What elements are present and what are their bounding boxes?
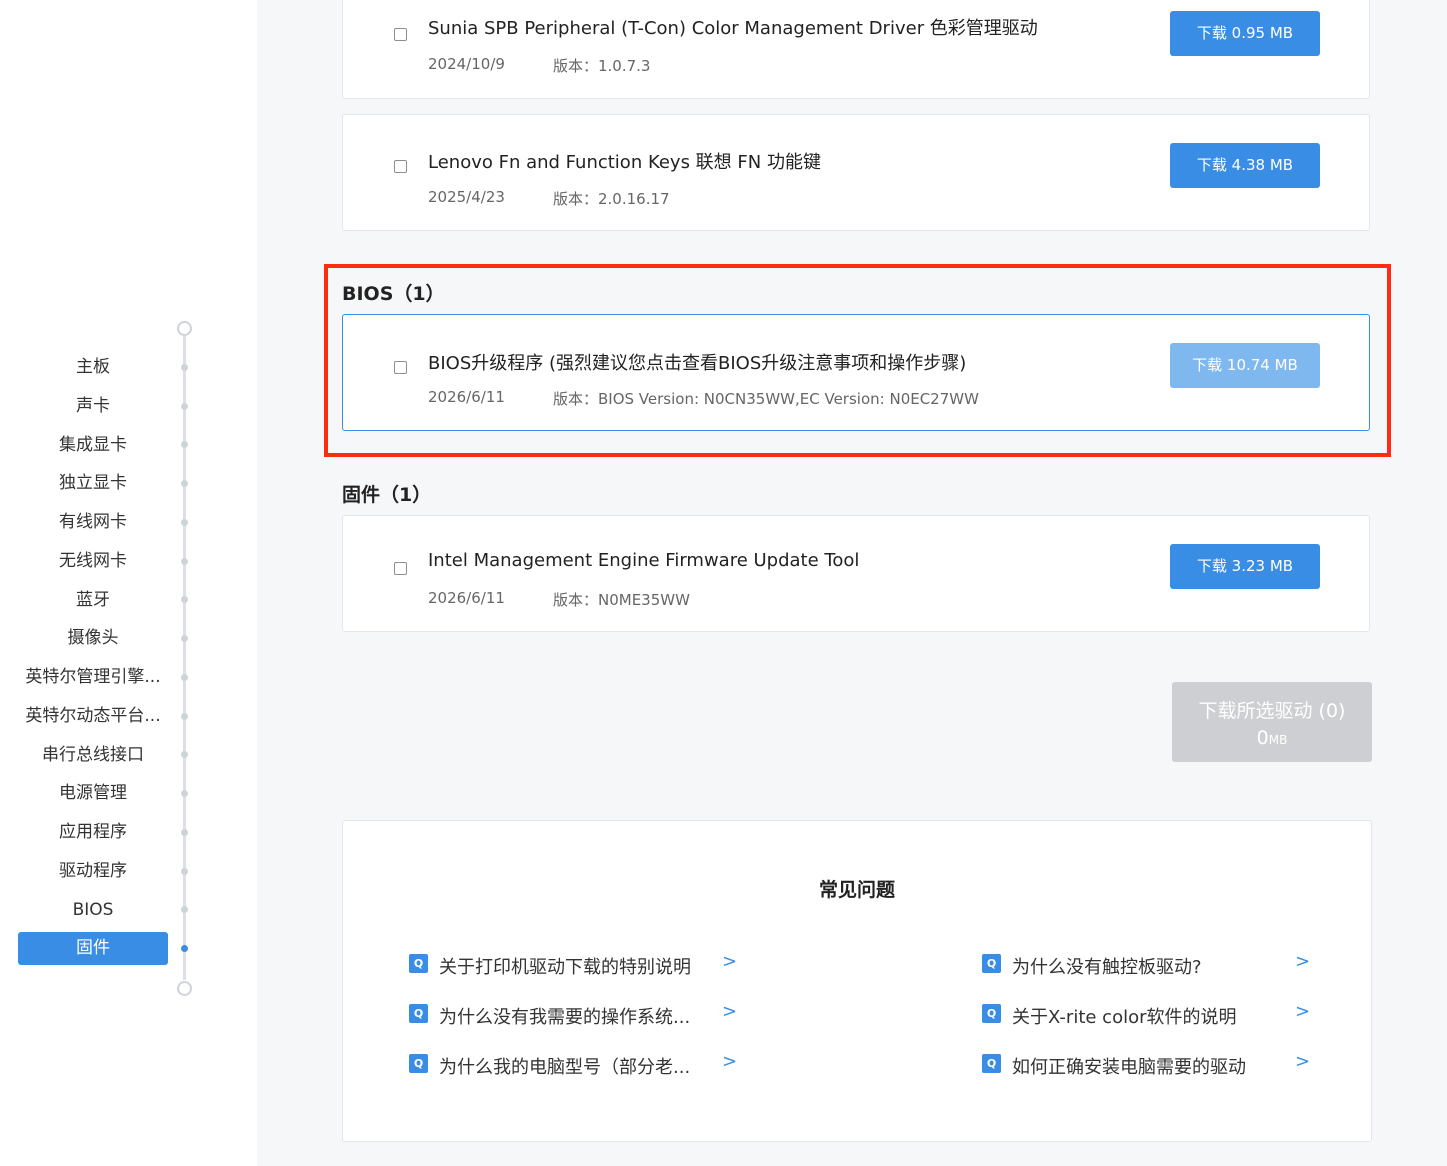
faq-item[interactable]: Q 为什么没有触控板驱动? > — [982, 951, 1312, 979]
bios-driver-card: BIOS升级程序 (强烈建议您点击查看BIOS升级注意事项和操作步骤) 2026… — [342, 314, 1370, 431]
faq-item[interactable]: Q 为什么没有我需要的操作系统... > — [409, 1001, 739, 1029]
timeline-dot — [181, 635, 188, 642]
faq-panel: 常见问题 Q 关于打印机驱动下载的特别说明 > Q 为什么没有触控板驱动? > … — [342, 820, 1372, 1142]
timeline-dot — [181, 364, 188, 371]
category-sidebar: 主板 声卡 集成显卡 独立显卡 有线网卡 无线网卡 蓝牙 摄像头 英特尔管理引擎… — [0, 0, 257, 1166]
sidebar-item-sound-card[interactable]: 声卡 — [18, 390, 168, 423]
faq-item[interactable]: Q 为什么我的电脑型号（部分老... > — [409, 1051, 739, 1079]
section-title-firmware: 固件（1） — [342, 484, 432, 506]
sidebar-item-power-management[interactable]: 电源管理 — [18, 777, 168, 810]
driver-name[interactable]: BIOS升级程序 (强烈建议您点击查看BIOS升级注意事项和操作步骤) — [428, 349, 966, 375]
timeline-dot — [181, 674, 188, 681]
driver-name: Lenovo Fn and Function Keys 联想 FN 功能键 — [428, 152, 821, 173]
driver-checkbox[interactable] — [394, 361, 407, 374]
timeline-end-cap — [177, 981, 192, 996]
timeline-dot-active — [181, 945, 188, 952]
driver-date: 2026/6/11 — [428, 388, 505, 406]
sidebar-item-serial-bus[interactable]: 串行总线接口 — [18, 739, 168, 772]
faq-item-text[interactable]: 关于打印机驱动下载的特别说明 — [439, 953, 691, 979]
sidebar-item-intel-dptf[interactable]: 英特尔动态平台... — [18, 700, 168, 733]
faq-item-text[interactable]: 为什么没有我需要的操作系统... — [439, 1003, 690, 1029]
chevron-right-icon[interactable]: > — [722, 1001, 737, 1022]
firmware-driver-card: Intel Management Engine Firmware Update … — [342, 515, 1370, 632]
sidebar-item-drivers[interactable]: 驱动程序 — [18, 855, 168, 888]
sidebar-item-camera[interactable]: 摄像头 — [18, 622, 168, 655]
driver-version: 版本：N0ME35WW — [553, 591, 690, 609]
question-icon: Q — [982, 1054, 1001, 1073]
sidebar-item-discrete-gpu[interactable]: 独立显卡 — [18, 467, 168, 500]
download-button[interactable]: 下载 3.23 MB — [1170, 544, 1320, 589]
timeline-dot — [181, 519, 188, 526]
download-button[interactable]: 下载 4.38 MB — [1170, 143, 1320, 188]
driver-checkbox[interactable] — [394, 28, 407, 41]
question-icon: Q — [409, 954, 428, 973]
timeline-dot — [181, 480, 188, 487]
driver-card: Sunia SPB Peripheral (T-Con) Color Manag… — [342, 0, 1370, 99]
timeline-dot — [181, 441, 188, 448]
driver-version: 版本：2.0.16.17 — [553, 190, 670, 208]
download-selected-size-value: 0 — [1256, 727, 1269, 749]
sidebar-item-integrated-gpu[interactable]: 集成显卡 — [18, 429, 168, 462]
timeline-dot — [181, 558, 188, 565]
download-button[interactable]: 下载 10.74 MB — [1170, 343, 1320, 388]
driver-version: 版本：BIOS Version: N0CN35WW,EC Version: N0… — [553, 390, 979, 408]
download-selected-button[interactable]: 下载所选驱动 (0) 0MB — [1172, 682, 1372, 762]
driver-date: 2026/6/11 — [428, 589, 505, 607]
download-selected-size-unit: MB — [1268, 733, 1288, 747]
sidebar-item-firmware[interactable]: 固件 — [18, 932, 168, 965]
faq-item[interactable]: Q 关于打印机驱动下载的特别说明 > — [409, 951, 739, 979]
question-icon: Q — [409, 1004, 428, 1023]
sidebar-item-intel-me[interactable]: 英特尔管理引擎... — [18, 661, 168, 694]
chevron-right-icon[interactable]: > — [722, 951, 737, 972]
section-title-bios: BIOS（1） — [342, 283, 445, 305]
driver-name: Sunia SPB Peripheral (T-Con) Color Manag… — [428, 18, 1038, 39]
question-icon: Q — [409, 1054, 428, 1073]
timeline-start-cap — [177, 321, 192, 336]
driver-version: 版本：1.0.7.3 — [553, 57, 651, 75]
sidebar-item-bios[interactable]: BIOS — [18, 894, 168, 927]
timeline-dot — [181, 751, 188, 758]
timeline-dot — [181, 713, 188, 720]
sidebar-item-applications[interactable]: 应用程序 — [18, 816, 168, 849]
faq-item-text[interactable]: 如何正确安装电脑需要的驱动 — [1012, 1053, 1246, 1079]
question-icon: Q — [982, 954, 1001, 973]
faq-title: 常见问题 — [818, 879, 895, 901]
faq-item-text[interactable]: 为什么没有触控板驱动? — [1012, 953, 1202, 979]
faq-item[interactable]: Q 如何正确安装电脑需要的驱动 > — [982, 1051, 1312, 1079]
download-selected-label: 下载所选驱动 (0) — [1198, 700, 1346, 722]
sidebar-item-bluetooth[interactable]: 蓝牙 — [18, 584, 168, 617]
download-button[interactable]: 下载 0.95 MB — [1170, 11, 1320, 56]
sidebar-item-wired-nic[interactable]: 有线网卡 — [18, 506, 168, 539]
faq-item-text[interactable]: 为什么我的电脑型号（部分老... — [439, 1053, 690, 1079]
driver-date: 2025/4/23 — [428, 188, 505, 206]
chevron-right-icon[interactable]: > — [722, 1051, 737, 1072]
faq-item[interactable]: Q 关于X-rite color软件的说明 > — [982, 1001, 1312, 1029]
timeline-dot — [181, 868, 188, 875]
driver-checkbox[interactable] — [394, 562, 407, 575]
timeline-dot — [181, 790, 188, 797]
chevron-right-icon[interactable]: > — [1295, 1001, 1310, 1022]
question-icon: Q — [982, 1004, 1001, 1023]
timeline-dot — [181, 596, 188, 603]
driver-card: Lenovo Fn and Function Keys 联想 FN 功能键 20… — [342, 114, 1370, 231]
chevron-right-icon[interactable]: > — [1295, 951, 1310, 972]
timeline-dot — [181, 906, 188, 913]
chevron-right-icon[interactable]: > — [1295, 1051, 1310, 1072]
timeline-dot — [181, 403, 188, 410]
faq-item-text[interactable]: 关于X-rite color软件的说明 — [1012, 1003, 1237, 1029]
sidebar-item-mainboard[interactable]: 主板 — [18, 351, 168, 384]
driver-checkbox[interactable] — [394, 160, 407, 173]
download-selected-size: 0MB — [1172, 727, 1372, 749]
timeline-dot — [181, 829, 188, 836]
timeline-track — [183, 336, 186, 980]
driver-date: 2024/10/9 — [428, 55, 505, 73]
driver-name: Intel Management Engine Firmware Update … — [428, 550, 860, 571]
sidebar-item-wireless-nic[interactable]: 无线网卡 — [18, 545, 168, 578]
